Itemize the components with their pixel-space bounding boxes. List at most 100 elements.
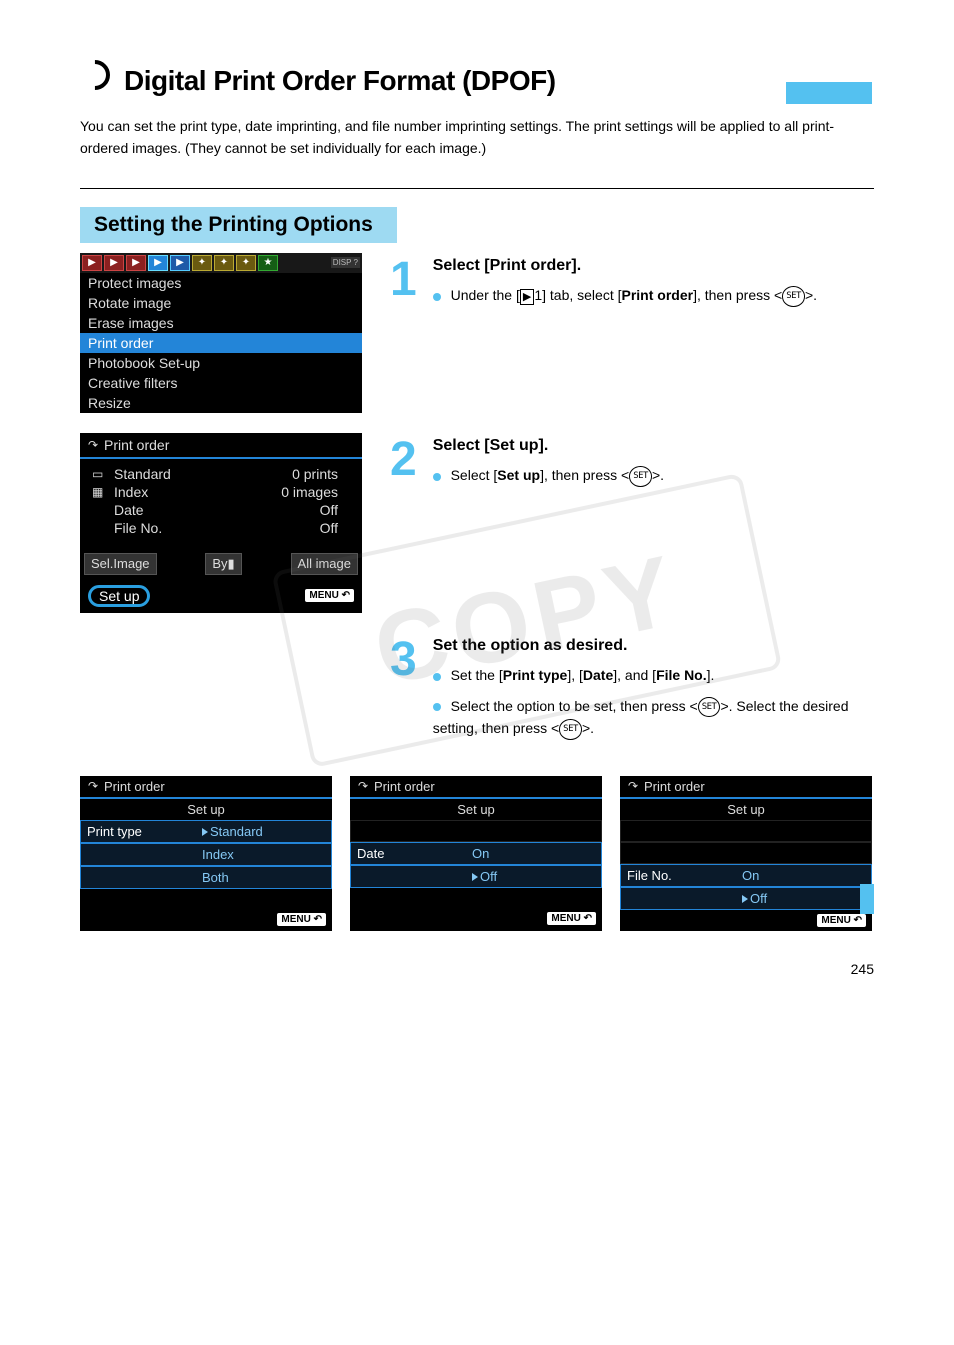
po-row: ▦ Index 0 images [88,483,354,501]
step-3-row: 3 Set the option as desired. Set the [Pr… [80,633,874,740]
step-1-text: 1] tab, select [ [534,287,621,303]
setup-row: Off [620,887,872,910]
setup-val: Index [196,844,331,865]
bullet-icon [433,673,441,681]
menu-item: Creative filters [80,373,362,393]
po-val: 0 images [281,484,338,500]
selected-icon [202,828,208,836]
po-key: Index [114,484,148,500]
setup-screens-row: ↷Print order Set up Print type Standard … [80,776,874,931]
menu-return-badge: MENU [817,914,866,927]
setup-label [81,844,196,865]
menu-return-badge: MENU [277,913,326,926]
step-3-text: >. [582,720,594,736]
po-header-text: Print order [104,437,169,453]
step-2-row: ↷ Print order ▭ Standard 0 prints ▦ Index … [80,433,874,613]
po-key: File No. [114,520,162,536]
selected-icon [472,873,478,881]
setup-val: Standard [196,821,331,842]
po-setup-circled: Set up [88,585,150,607]
po-btn-by-folder: By▮ [205,553,241,575]
dpof-mini-icon: ↷ [628,779,640,793]
setup-row: File No. On [620,864,872,887]
step-1-text: Under the [ [451,287,520,303]
lcd-tab-bar: ▶ ▶ ▶ ▶ ▶ ✦ ✦ ✦ ★ DISP ? [80,253,362,273]
po-row: ▭ Standard 0 prints [88,465,354,483]
step-3-text: Set the [ [451,667,503,683]
setup-row-empty [620,842,872,864]
standard-icon: ▭ [92,467,108,481]
lcd-menu-screen: ▶ ▶ ▶ ▶ ▶ ✦ ✦ ✦ ★ DISP ? Protect images … [80,253,362,413]
step-3-body: Set the option as desired. Set the [Prin… [433,633,874,740]
lcd-tab: ▶ [170,255,190,271]
setup-hdr: Print order [374,779,435,794]
step-3-text: ]. [707,667,715,683]
index-icon: ▦ [92,485,108,499]
page-number: 245 [80,961,874,977]
setup-label [351,866,466,887]
bullet-icon [433,473,441,481]
set-button-icon: SET [629,466,652,486]
menu-item: Protect images [80,273,362,293]
setup-title: Set up [350,799,602,820]
setup-hdr: Print order [104,779,165,794]
header-color-bar [786,82,872,104]
lcd-setup-print-type: ↷Print order Set up Print type Standard … [80,776,332,931]
lcd-disp-badge: DISP ? [331,257,360,268]
bullet-icon [433,703,441,711]
setup-label: File No. [621,865,736,886]
step-2-number: 2 [390,441,417,479]
po-btn-sel-image: Sel.Image [84,553,157,575]
step-3-text: ], [ [567,667,583,683]
set-button-icon: SET [782,286,805,306]
step-3-key: Print type [503,667,568,683]
selected-icon [742,895,748,903]
lcd-tab: ▶ [104,255,124,271]
po-val: Off [320,502,338,518]
po-row: Date Off [88,501,354,519]
page-header: Digital Print Order Format (DPOF) [80,60,874,97]
dpof-icon [80,60,110,90]
lcd-tab: ✦ [214,255,234,271]
lcd-tab: ▶ [82,255,102,271]
setup-title: Set up [80,799,332,820]
setup-row: Date On [350,842,602,865]
lcd-tab: ▶ [126,255,146,271]
step-2-body: Select [Set up]. Select [Set up], then p… [433,433,874,487]
lcd-print-order-screen: ↷ Print order ▭ Standard 0 prints ▦ Index … [80,433,362,613]
section-title: Setting the Printing Options [80,207,397,243]
section-divider [80,188,874,189]
menu-return-badge: MENU [305,589,354,602]
po-header: ↷ Print order [80,433,362,459]
po-val: 0 prints [292,466,338,482]
step-3-number: 3 [390,641,417,679]
po-key: Standard [114,466,171,482]
step-2-title: Select [Set up]. [433,433,874,459]
setup-label [621,888,736,909]
step-3-text: Select the option to be set, then press … [451,698,698,714]
setup-row: Index [80,843,332,866]
setup-title: Set up [620,799,872,820]
setup-label [81,867,196,888]
bullet-icon [433,293,441,301]
menu-item: Erase images [80,313,362,333]
side-color-tab [860,884,874,914]
setup-val: On [736,865,871,886]
step-2-bold: Set up [497,467,540,483]
setup-val: Off [736,888,871,909]
step-3-key: Date [583,667,613,683]
step-1-row: ▶ ▶ ▶ ▶ ▶ ✦ ✦ ✦ ★ DISP ? Protect images … [80,253,874,413]
set-button-icon: SET [698,697,721,717]
dpof-mini-icon: ↷ [88,438,100,452]
setup-row: Off [350,865,602,888]
page-title: Digital Print Order Format (DPOF) [124,65,556,97]
step-1-bold: Print order [622,287,694,303]
setup-hdr: Print order [644,779,705,794]
lcd-tab: ★ [258,255,278,271]
step-2-screenshot: ↷ Print order ▭ Standard 0 prints ▦ Index … [80,433,378,613]
setup-val: On [466,843,601,864]
setup-row: Print type Standard [80,820,332,843]
playback-icon: ▶ [520,289,534,305]
setup-row-empty [350,820,602,842]
setup-label: Print type [81,821,196,842]
